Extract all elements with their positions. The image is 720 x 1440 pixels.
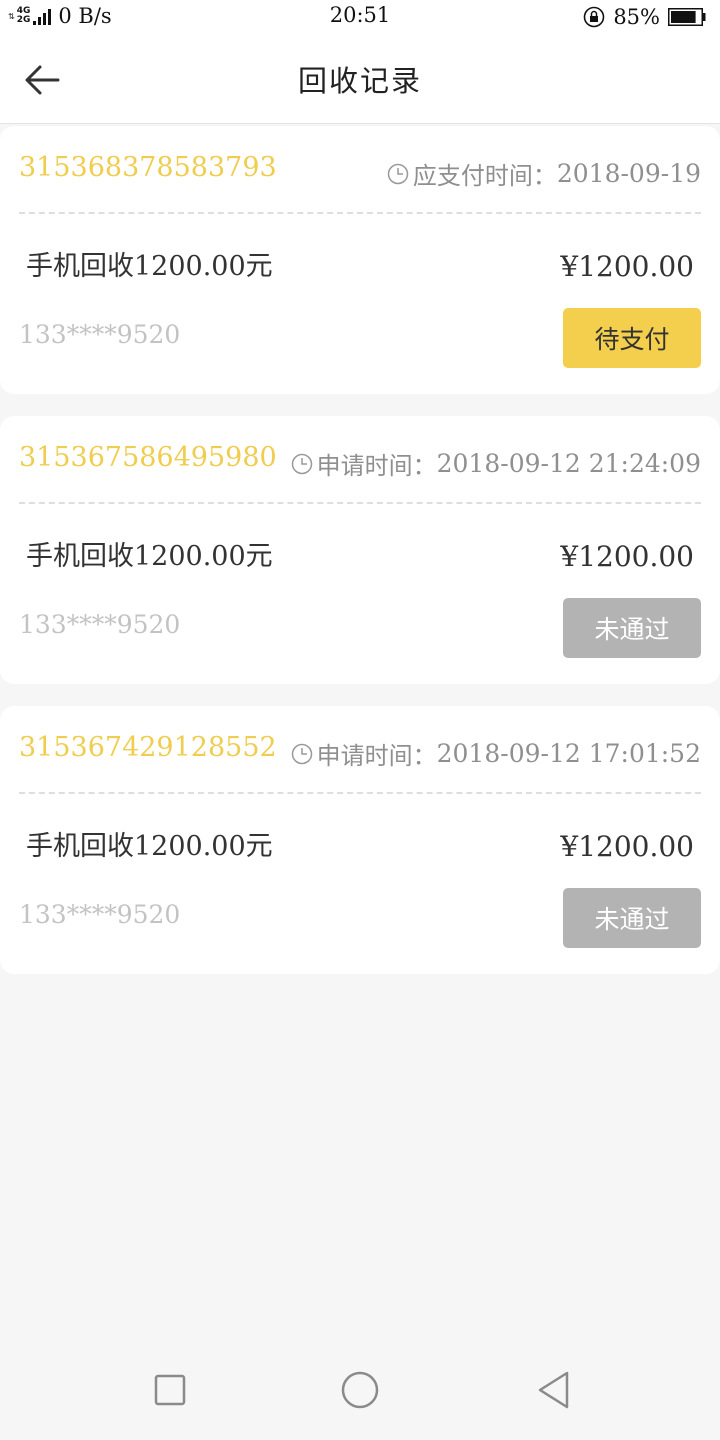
time-info: 应支付时间： 2018-09-19: [387, 156, 701, 191]
order-id: 315367429128552: [19, 732, 277, 763]
time-info: 申请时间： 2018-09-12 17:01:52: [291, 736, 701, 771]
home-icon[interactable]: [338, 1368, 382, 1412]
status-right: 85%: [583, 5, 706, 29]
clock-icon: [387, 163, 409, 184]
item-desc-suffix: 元: [245, 831, 273, 862]
clock-icon: [291, 453, 312, 474]
time-info: 申请时间： 2018-09-12 21:24:09: [291, 446, 701, 481]
phone-number: 133****9520: [19, 610, 181, 639]
item-description: 手机回收1200.00元: [26, 534, 273, 573]
time-label: 应支付时间：: [412, 162, 557, 190]
divider: [19, 502, 701, 504]
recent-apps-icon[interactable]: [148, 1368, 192, 1412]
price: ¥1200.00: [560, 250, 694, 283]
divider: [19, 792, 701, 794]
order-id: 315367586495980: [19, 442, 277, 473]
page-title: 回收记录: [297, 64, 422, 98]
time-value: 2018-09-12 21:24:09: [436, 449, 701, 478]
item-desc-amount: 1200.00: [134, 251, 246, 282]
item-desc-suffix: 元: [245, 541, 273, 572]
battery-percent: 85%: [613, 5, 660, 29]
price: ¥1200.00: [560, 540, 694, 573]
lock-rotation-icon: [584, 6, 605, 28]
item-description: 手机回收1200.00元: [26, 824, 273, 863]
phone-number: 133****9520: [19, 900, 181, 929]
status-bar: ⇅ 4G 2G 0 B/s 20:51 85%: [0, 0, 720, 36]
back-triangle-icon[interactable]: [532, 1368, 576, 1412]
item-desc-amount: 1200.00: [134, 831, 246, 862]
pay-button[interactable]: 待支付: [563, 308, 701, 368]
item-desc-amount: 1200.00: [134, 541, 246, 572]
record-card[interactable]: 315367429128552 申请时间： 2018-09-12 17:01:5…: [0, 706, 720, 974]
item-desc-suffix: 元: [245, 251, 273, 282]
time-label: 申请时间：: [316, 742, 437, 770]
phone-number: 133****9520: [19, 320, 181, 349]
battery-icon: [668, 8, 706, 26]
time-label: 申请时间：: [316, 452, 437, 480]
record-card[interactable]: 315368378583793 应支付时间： 2018-09-19 手机回收12…: [0, 126, 720, 394]
price: ¥1200.00: [560, 830, 694, 863]
status-button-rejected[interactable]: 未通过: [563, 888, 701, 948]
order-id: 315368378583793: [19, 152, 277, 183]
item-desc-prefix: 手机回收: [26, 541, 134, 572]
app-header: 回收记录: [0, 36, 720, 124]
record-card[interactable]: 315367586495980 申请时间： 2018-09-12 21:24:0…: [0, 416, 720, 684]
divider: [19, 212, 701, 214]
time-value: 2018-09-19: [556, 159, 701, 188]
time-value: 2018-09-12 17:01:52: [436, 739, 701, 768]
item-desc-prefix: 手机回收: [26, 251, 134, 282]
item-desc-prefix: 手机回收: [26, 831, 134, 862]
item-description: 手机回收1200.00元: [26, 244, 273, 283]
clock-icon: [291, 743, 312, 764]
system-nav-bar: [0, 1340, 720, 1440]
status-button-rejected[interactable]: 未通过: [563, 598, 701, 658]
